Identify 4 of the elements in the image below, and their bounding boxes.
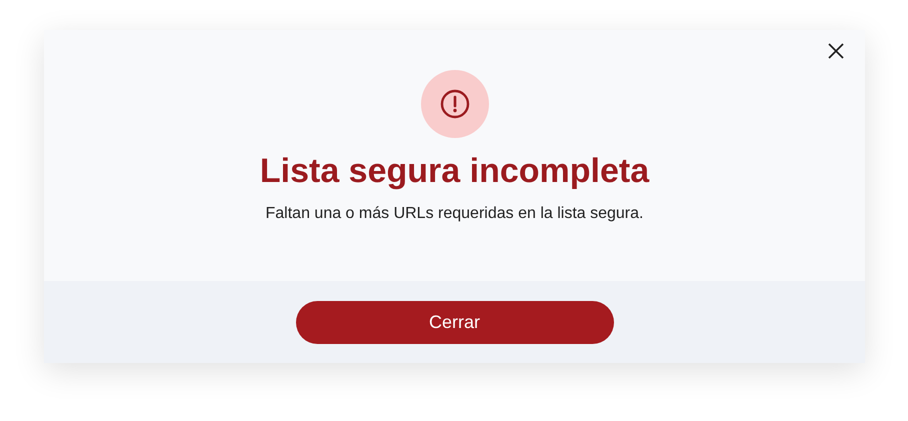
close-icon (827, 42, 845, 60)
close-dialog-button[interactable]: Cerrar (296, 301, 614, 344)
dialog-title: Lista segura incompleta (260, 151, 650, 192)
dialog-message: Faltan una o más URLs requeridas en la lista segura. (266, 204, 644, 224)
